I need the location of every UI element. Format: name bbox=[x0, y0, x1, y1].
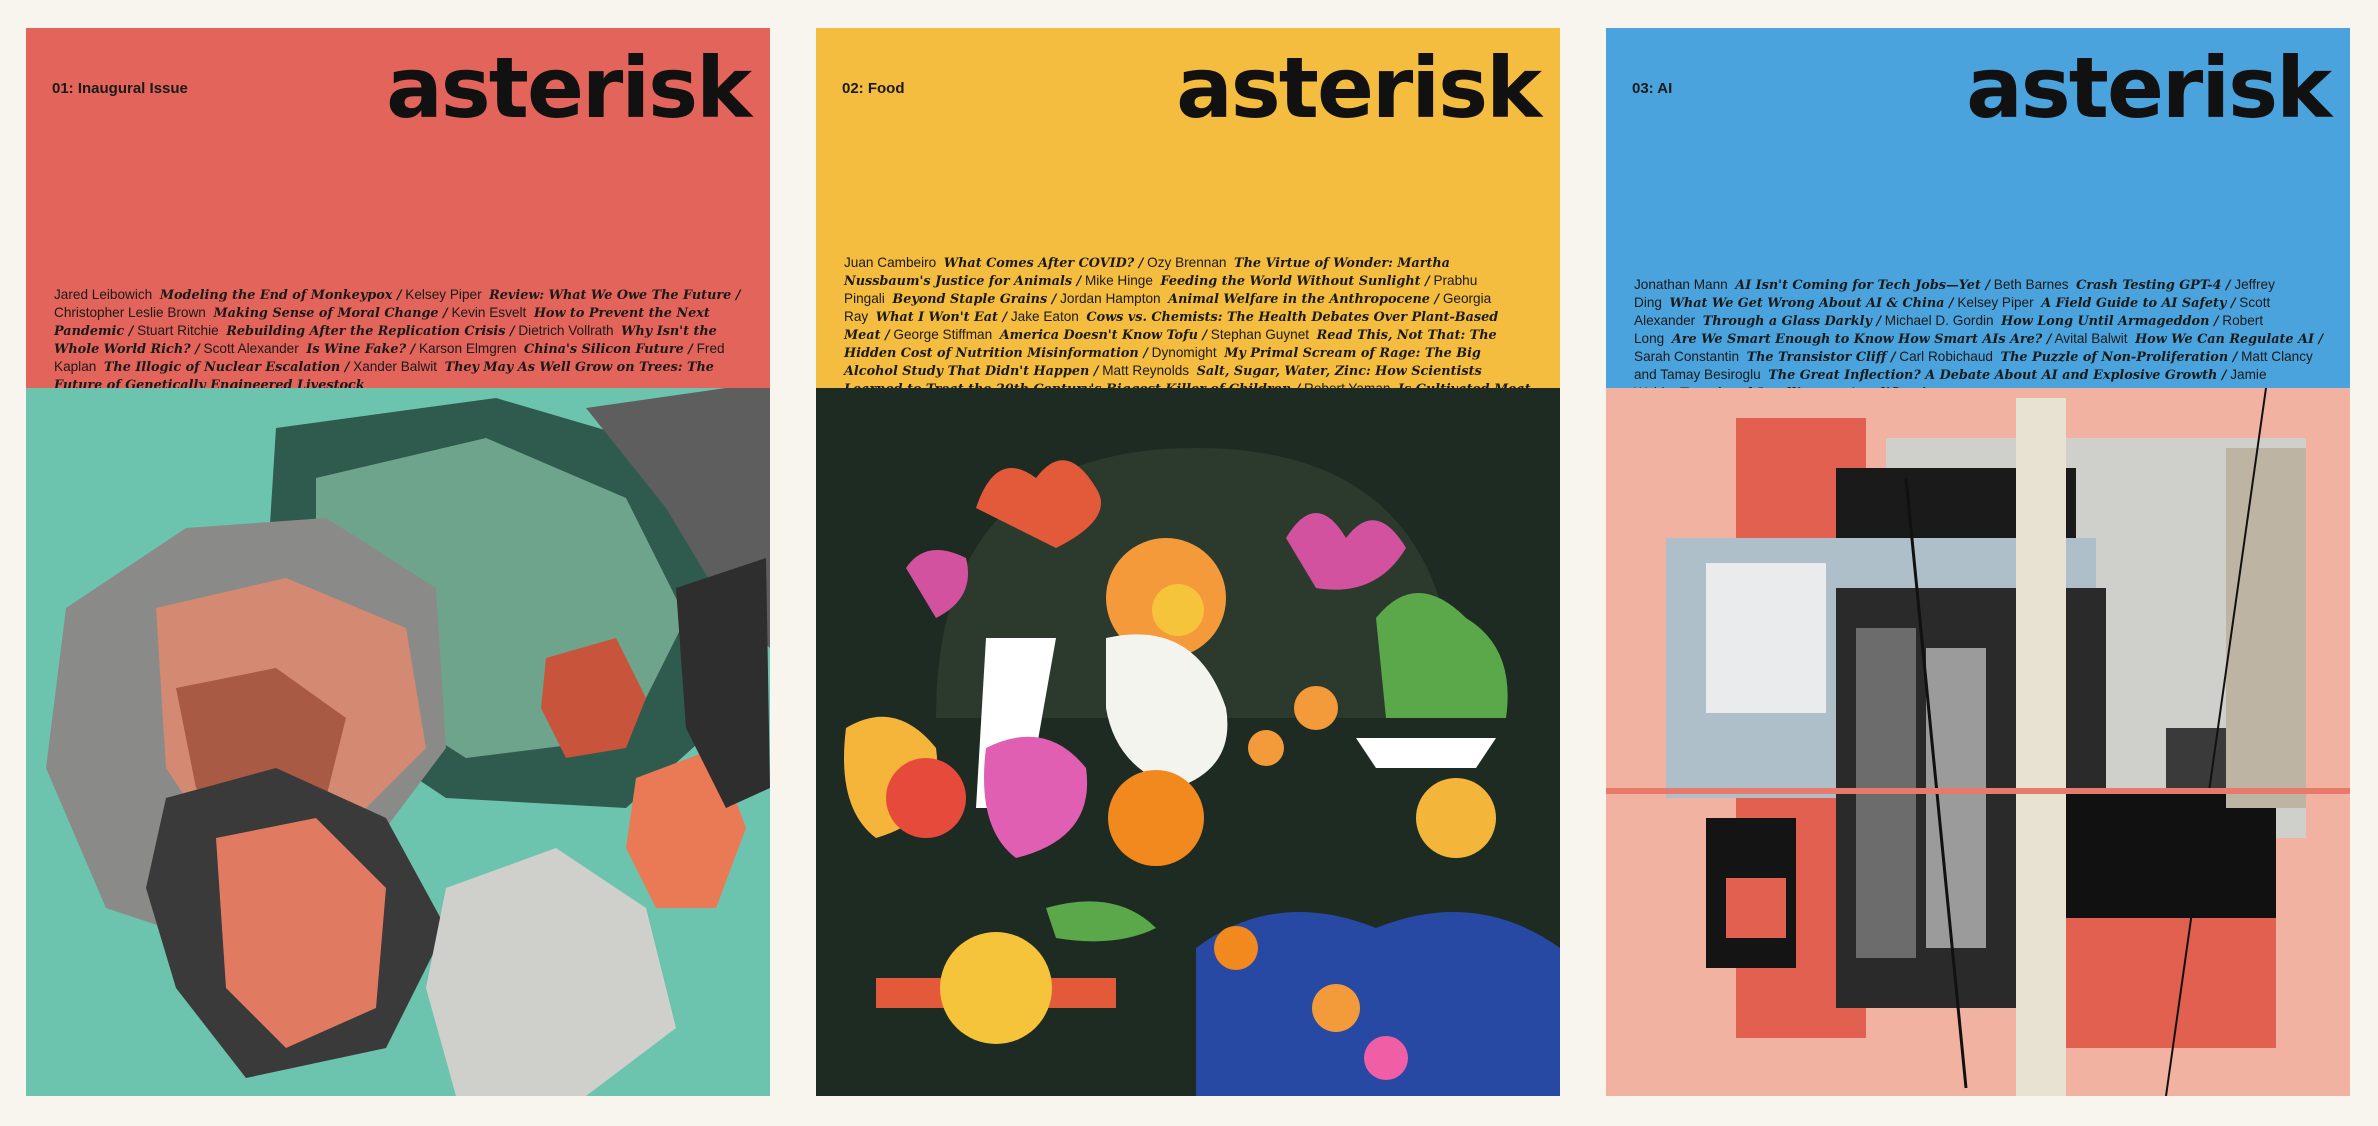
contents-author: George Stiffman bbox=[893, 327, 993, 342]
contents-author: Matt Reynolds bbox=[1102, 363, 1190, 378]
contents-title: Through a Glass Darkly / bbox=[1702, 314, 1882, 329]
issue-label: 03: AI bbox=[1632, 80, 1673, 97]
contents-title: A Field Guide to AI Safety / bbox=[2041, 296, 2236, 311]
cover-header-band: 03: AI asterisk Jonathan Mann AI Isn't C… bbox=[1606, 28, 2350, 401]
contents-title: Feeding the World Without Sunlight / bbox=[1160, 274, 1430, 289]
contents-title: What Comes After COVID? / bbox=[943, 256, 1144, 271]
contents-author: Kelsey Piper bbox=[1957, 295, 2034, 310]
contents-author: Xander Balwit bbox=[353, 359, 437, 374]
contents-author: Mike Hinge bbox=[1084, 273, 1153, 288]
contents-title: The Illogic of Nuclear Escalation / bbox=[103, 360, 350, 375]
issue-label: 02: Food bbox=[842, 80, 905, 97]
contents-title: Beyond Staple Grains / bbox=[892, 292, 1057, 307]
contents-author: Beth Barnes bbox=[1993, 277, 2069, 292]
contents-title: China's Silicon Future / bbox=[524, 342, 693, 357]
table-of-contents: Jonathan Mann AI Isn't Coming for Tech J… bbox=[1634, 276, 2328, 402]
contents-author: Stephan Guynet bbox=[1210, 327, 1310, 342]
contents-author: Jordan Hampton bbox=[1060, 291, 1161, 306]
cover-header-band: 02: Food asterisk Juan Cambeiro What Com… bbox=[816, 28, 1560, 415]
contents-author: Kevin Esvelt bbox=[451, 305, 527, 320]
contents-author: Scott Alexander bbox=[203, 341, 299, 356]
cover-illustration-rocks bbox=[26, 388, 770, 1096]
contents-author: Ozy Brennan bbox=[1147, 255, 1227, 270]
contents-author: Michael D. Gordin bbox=[1884, 313, 1994, 328]
contents-title: Modeling the End of Monkeypox / bbox=[159, 288, 402, 303]
contents-title: What We Get Wrong About AI & China / bbox=[1669, 296, 1954, 311]
contents-title: How We Can Regulate AI / bbox=[2135, 332, 2324, 347]
contents-author: Christopher Leslie Brown bbox=[54, 305, 206, 320]
contents-title: The Great Inflection? A Debate About AI … bbox=[1768, 368, 2227, 383]
contents-author: Kelsey Piper bbox=[405, 287, 482, 302]
contents-title: AI Isn't Coming for Tech Jobs—Yet / bbox=[1735, 278, 1990, 293]
cover-issue-01[interactable]: 01: Inaugural Issue asterisk Jared Leibo… bbox=[26, 28, 770, 1096]
contents-title: Rebuilding After the Replication Crisis … bbox=[226, 324, 515, 339]
contents-title: Are We Smart Enough to Know How Smart AI… bbox=[1671, 332, 2052, 347]
contents-author: Dynomight bbox=[1151, 345, 1217, 360]
contents-title: What I Won't Eat / bbox=[875, 310, 1008, 325]
contents-title: Crash Testing GPT-4 / bbox=[2076, 278, 2231, 293]
contents-author: Jake Eaton bbox=[1010, 309, 1079, 324]
contents-author: Stuart Ritchie bbox=[137, 323, 219, 338]
asterisk-logo: asterisk bbox=[386, 39, 752, 137]
cover-header-band: 01: Inaugural Issue asterisk Jared Leibo… bbox=[26, 28, 770, 393]
contents-author: Dietrich Vollrath bbox=[518, 323, 614, 338]
contents-title: How Long Until Armageddon / bbox=[2001, 314, 2219, 329]
contents-title: The Puzzle of Non-Proliferation / bbox=[2000, 350, 2238, 365]
cover-issue-02[interactable]: 02: Food asterisk Juan Cambeiro What Com… bbox=[816, 28, 1560, 1096]
contents-title: Animal Welfare in the Anthropocene / bbox=[1168, 292, 1440, 307]
contents-author: Juan Cambeiro bbox=[844, 255, 937, 270]
cover-issue-03[interactable]: 03: AI asterisk Jonathan Mann AI Isn't C… bbox=[1606, 28, 2350, 1096]
contents-author: Jonathan Mann bbox=[1634, 277, 1728, 292]
contents-title: Making Sense of Moral Change / bbox=[213, 306, 448, 321]
contents-author: Avital Balwit bbox=[2054, 331, 2128, 346]
contents-author: Karson Elmgren bbox=[418, 341, 517, 356]
contents-title: Review: What We Owe The Future / bbox=[489, 288, 741, 303]
asterisk-logo: asterisk bbox=[1176, 39, 1542, 137]
asterisk-logo: asterisk bbox=[1966, 39, 2332, 137]
contents-author: Carl Robichaud bbox=[1899, 349, 1993, 364]
contents-author: Sarah Constantin bbox=[1634, 349, 1740, 364]
table-of-contents: Jared Leibowich Modeling the End of Monk… bbox=[54, 286, 748, 394]
issue-label: 01: Inaugural Issue bbox=[52, 80, 188, 97]
cover-illustration-collage bbox=[1606, 388, 2350, 1096]
contents-title: Is Wine Fake? / bbox=[306, 342, 416, 357]
cover-illustration-food-bouquet bbox=[816, 388, 1560, 1096]
contents-author: Jared Leibowich bbox=[54, 287, 153, 302]
contents-title: America Doesn't Know Tofu / bbox=[999, 328, 1207, 343]
contents-title: The Transistor Cliff / bbox=[1746, 350, 1896, 365]
